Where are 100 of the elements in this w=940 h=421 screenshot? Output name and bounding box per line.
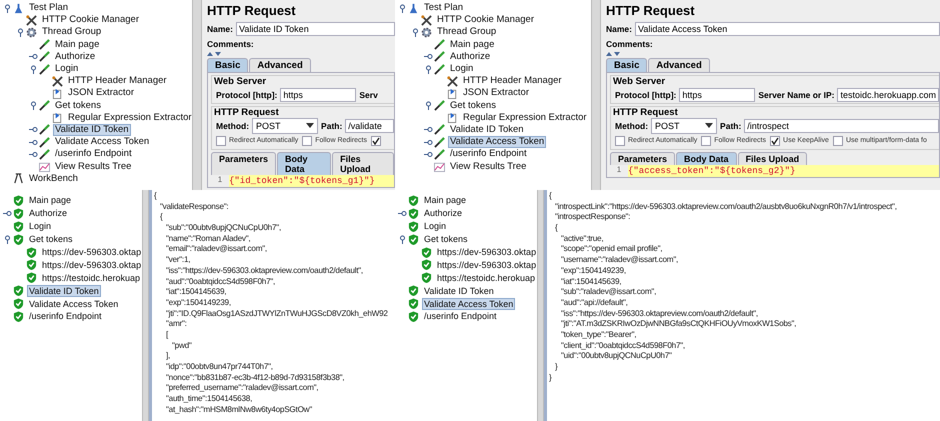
- tree-item[interactable]: /userinfo Endpoint: [422, 310, 499, 322]
- split-arrows-icon[interactable]: [606, 52, 620, 57]
- tree-item[interactable]: JSON Extractor: [461, 87, 531, 100]
- split-arrows-icon[interactable]: [207, 52, 221, 57]
- tree-item[interactable]: WorkBench: [27, 172, 80, 185]
- tree-item[interactable]: /userinfo Endpoint: [53, 148, 134, 160]
- tree-item[interactable]: HTTP Header Manager: [66, 75, 169, 88]
- tree-item[interactable]: Regular Expression Extractor: [461, 112, 589, 124]
- expand-handle-icon[interactable]: [29, 125, 38, 134]
- expand-handle-icon[interactable]: [424, 64, 433, 74]
- checkbox[interactable]: [302, 136, 312, 146]
- tree-item[interactable]: Get tokens: [422, 233, 470, 246]
- tree-item[interactable]: Test Plan: [27, 2, 70, 14]
- tree-item[interactable]: Validate Access Token: [53, 136, 152, 148]
- server-field[interactable]: testoidc.herokuapp.com: [837, 88, 939, 102]
- checkbox[interactable]: [770, 136, 780, 146]
- tab[interactable]: Files Upload: [738, 152, 808, 165]
- expand-handle-icon[interactable]: [29, 101, 38, 110]
- tree-item[interactable]: Get tokens: [448, 100, 498, 112]
- checkbox[interactable]: [832, 136, 843, 146]
- tree-item[interactable]: Login: [448, 63, 476, 76]
- method-dropdown[interactable]: POST: [651, 118, 718, 134]
- tab[interactable]: Advanced: [648, 58, 710, 72]
- tree-item[interactable]: Validate Access Token: [422, 298, 516, 310]
- checkbox[interactable]: [216, 136, 226, 146]
- tree-item[interactable]: https://dev-596303.oktap: [435, 246, 538, 258]
- expand-handle-icon[interactable]: [29, 52, 38, 62]
- tree-item[interactable]: Authorize: [448, 50, 492, 63]
- tree-item[interactable]: https://dev-596303.oktap: [435, 258, 538, 271]
- tree-item[interactable]: Login: [53, 63, 80, 76]
- tree-item[interactable]: Validate ID Token: [422, 284, 496, 297]
- tree-item[interactable]: Validate ID Token: [27, 284, 101, 297]
- tree-item[interactable]: Get tokens: [53, 100, 103, 112]
- tree-item[interactable]: HTTP Header Manager: [461, 75, 564, 88]
- path-field[interactable]: /validate: [345, 118, 394, 132]
- expand-handle-icon[interactable]: [29, 138, 38, 147]
- json-line: "introspectResponse":: [555, 212, 630, 222]
- tab[interactable]: Body Data: [676, 152, 737, 165]
- tree-item[interactable]: HTTP Cookie Manager: [40, 14, 141, 26]
- tree-item[interactable]: Main page: [53, 38, 102, 51]
- tree-item[interactable]: JSON Extractor: [66, 87, 136, 100]
- tree-item[interactable]: Login: [27, 220, 54, 232]
- expand-handle-icon[interactable]: [411, 28, 420, 37]
- tree-item[interactable]: /userinfo Endpoint: [27, 310, 104, 322]
- tree-item[interactable]: Validate ID Token: [448, 124, 526, 136]
- checkbox[interactable]: [701, 136, 712, 146]
- tree-item[interactable]: Authorize: [422, 207, 464, 220]
- tab[interactable]: Parameters: [211, 152, 276, 175]
- expand-handle-icon[interactable]: [29, 64, 38, 74]
- expand-handle-icon[interactable]: [398, 234, 407, 244]
- expand-handle-icon[interactable]: [424, 150, 433, 159]
- tree-item[interactable]: https://dev-596303.oktap: [40, 258, 144, 271]
- tree-item[interactable]: Authorize: [27, 207, 70, 220]
- expand-handle-icon[interactable]: [29, 150, 38, 159]
- tree-item[interactable]: Validate Access Token: [27, 298, 120, 310]
- tree-item[interactable]: Login: [422, 220, 448, 232]
- tree-item[interactable]: View Results Tree: [53, 160, 134, 173]
- expand-handle-icon[interactable]: [424, 138, 433, 147]
- json-line: "introspectLink":"https://dev-596303.oktapreview.com/oauth2/ausbtv8uo6kuNxgnR0h7/v1/introspect",: [555, 202, 897, 211]
- expand-handle-icon[interactable]: [424, 52, 433, 62]
- expand-handle-icon[interactable]: [3, 4, 12, 13]
- expand-handle-icon[interactable]: [3, 234, 12, 244]
- tree-item[interactable]: HTTP Cookie Manager: [435, 14, 536, 26]
- tree-item[interactable]: /userinfo Endpoint: [448, 148, 529, 160]
- tree-item[interactable]: Regular Expression Extractor: [66, 112, 194, 124]
- checkbox[interactable]: [371, 136, 382, 146]
- tree-item[interactable]: https://testoidc.herokuap: [40, 272, 142, 284]
- checkbox[interactable]: [615, 136, 625, 146]
- tree-item[interactable]: Thread Group: [435, 26, 498, 38]
- tree-item[interactable]: Validate Access Token: [448, 136, 546, 148]
- method-dropdown[interactable]: POST: [252, 118, 318, 134]
- tree-item[interactable]: Thread Group: [40, 26, 104, 38]
- expand-handle-icon[interactable]: [16, 28, 25, 37]
- expand-handle-icon[interactable]: [398, 4, 407, 13]
- tab[interactable]: Advanced: [249, 58, 311, 72]
- tab[interactable]: Basic: [606, 58, 648, 72]
- json-line: "name":"Roman Aladev",: [166, 234, 250, 243]
- tab[interactable]: Basic: [207, 58, 248, 72]
- expand-handle-icon[interactable]: [3, 208, 12, 218]
- protocol-field[interactable]: https: [679, 88, 756, 102]
- tree-item[interactable]: https://dev-596303.oktap: [40, 246, 144, 258]
- tree-item[interactable]: Validate ID Token: [53, 124, 131, 136]
- tab[interactable]: Parameters: [610, 152, 676, 165]
- tab[interactable]: Body Data: [277, 152, 332, 175]
- tree-item[interactable]: Main page: [422, 194, 468, 206]
- path-field[interactable]: /introspect: [744, 118, 939, 132]
- expand-handle-icon[interactable]: [398, 208, 407, 218]
- tree-item[interactable]: https://testoidc.herokuap: [435, 272, 538, 284]
- name-field[interactable]: Validate ID Token: [236, 22, 395, 36]
- tree-item[interactable]: Main page: [448, 38, 496, 51]
- expand-handle-icon[interactable]: [424, 101, 433, 110]
- tab[interactable]: Files Upload: [332, 152, 394, 175]
- tree-item[interactable]: Main page: [27, 194, 74, 206]
- tree-item[interactable]: Test Plan: [422, 2, 466, 14]
- name-field[interactable]: Validate Access Token: [634, 22, 940, 36]
- tree-item[interactable]: Authorize: [53, 50, 98, 63]
- protocol-field[interactable]: https: [280, 88, 356, 102]
- expand-handle-icon[interactable]: [424, 125, 433, 134]
- tree-item[interactable]: Get tokens: [27, 233, 75, 246]
- tree-item[interactable]: View Results Tree: [448, 160, 528, 173]
